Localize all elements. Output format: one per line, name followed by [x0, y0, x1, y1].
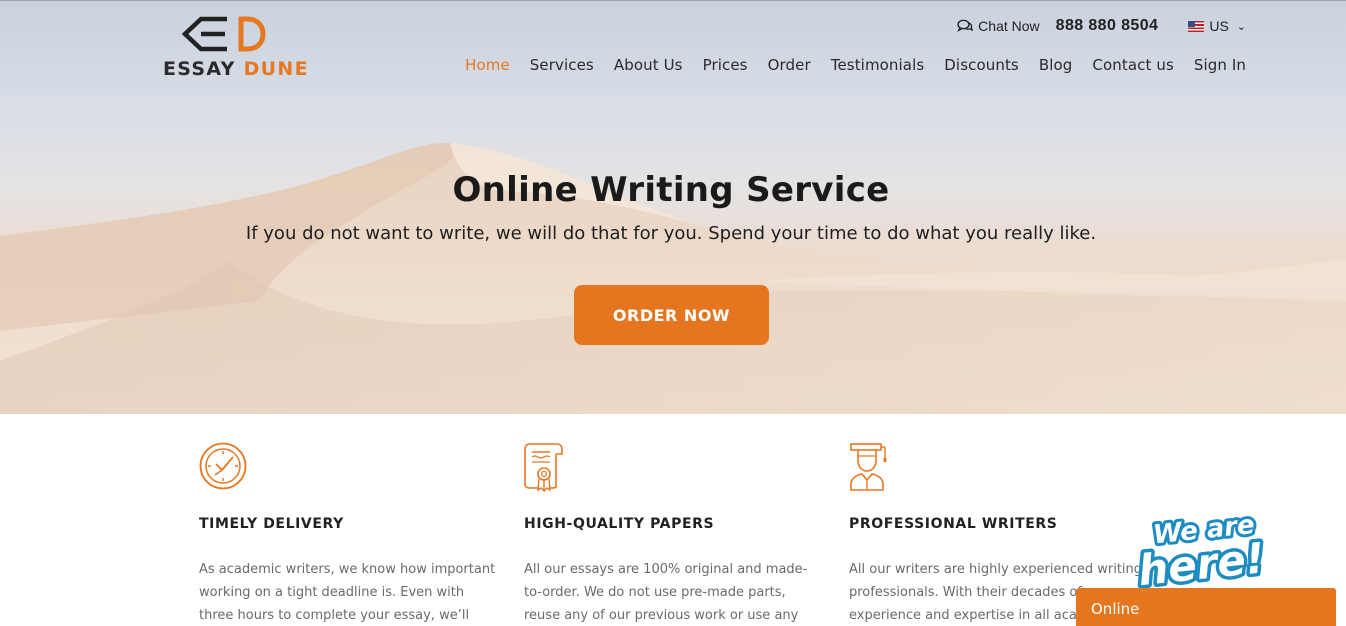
- brand-logo[interactable]: ESSAY DUNE: [163, 15, 308, 81]
- nav-blog[interactable]: Blog: [1039, 56, 1073, 74]
- feature-text: All our essays are 100% original and mad…: [524, 562, 808, 623]
- nav-prices[interactable]: Prices: [703, 56, 748, 74]
- order-now-button[interactable]: ORDER NOW: [574, 285, 769, 345]
- feature-title: HIGH-QUALITY PAPERS: [524, 516, 715, 532]
- feature-text: As academic writers, we know how importa…: [199, 562, 496, 623]
- nav-home[interactable]: Home: [465, 56, 510, 74]
- chat-status-label: Online: [1091, 600, 1140, 618]
- logo-word-dune: DUNE: [243, 58, 309, 80]
- nav-about-us[interactable]: About Us: [614, 56, 683, 74]
- locale-label: US: [1209, 18, 1229, 34]
- chevron-down-icon: ⌄: [1236, 20, 1246, 33]
- logo-mark-icon: [181, 16, 266, 52]
- hero-title: Online Writing Service: [452, 170, 890, 210]
- logo-wordmark: ESSAY DUNE: [163, 58, 309, 80]
- hero-section: ESSAY DUNE Chat Now 888 880 8504 US ⌄ Ho…: [0, 0, 1346, 414]
- nav-sign-in[interactable]: Sign In: [1194, 56, 1246, 74]
- feature-title: TIMELY DELIVERY: [199, 516, 344, 532]
- hero-subtitle: If you do not want to write, we will do …: [245, 223, 1097, 244]
- nav-contact-us[interactable]: Contact us: [1092, 56, 1173, 74]
- logo-word-essay: ESSAY: [163, 58, 236, 80]
- nav-order[interactable]: Order: [768, 56, 811, 74]
- top-contact-bar: Chat Now 888 880 8504 US ⌄: [957, 15, 1246, 37]
- feature-title: PROFESSIONAL WRITERS: [849, 516, 1058, 532]
- certificate-icon: [524, 443, 563, 492]
- we-are-here-badge[interactable]: We are We are here! here!: [1132, 510, 1282, 590]
- live-chat-online-bar[interactable]: Online: [1076, 588, 1336, 626]
- nav-discounts[interactable]: Discounts: [944, 56, 1019, 74]
- locale-dropdown[interactable]: US ⌄: [1188, 18, 1246, 34]
- chat-bubbles-icon: [957, 19, 974, 32]
- chat-now-link[interactable]: Chat Now: [957, 18, 1040, 34]
- chat-now-label: Chat Now: [978, 18, 1040, 34]
- clock-icon: [199, 442, 247, 490]
- nav-services[interactable]: Services: [530, 56, 594, 74]
- phone-number[interactable]: 888 880 8504: [1056, 17, 1159, 35]
- us-flag-icon: [1188, 20, 1205, 32]
- graduate-icon: [850, 443, 887, 491]
- main-nav: Home Services About Us Prices Order Test…: [445, 56, 1246, 74]
- nav-testimonials[interactable]: Testimonials: [831, 56, 925, 74]
